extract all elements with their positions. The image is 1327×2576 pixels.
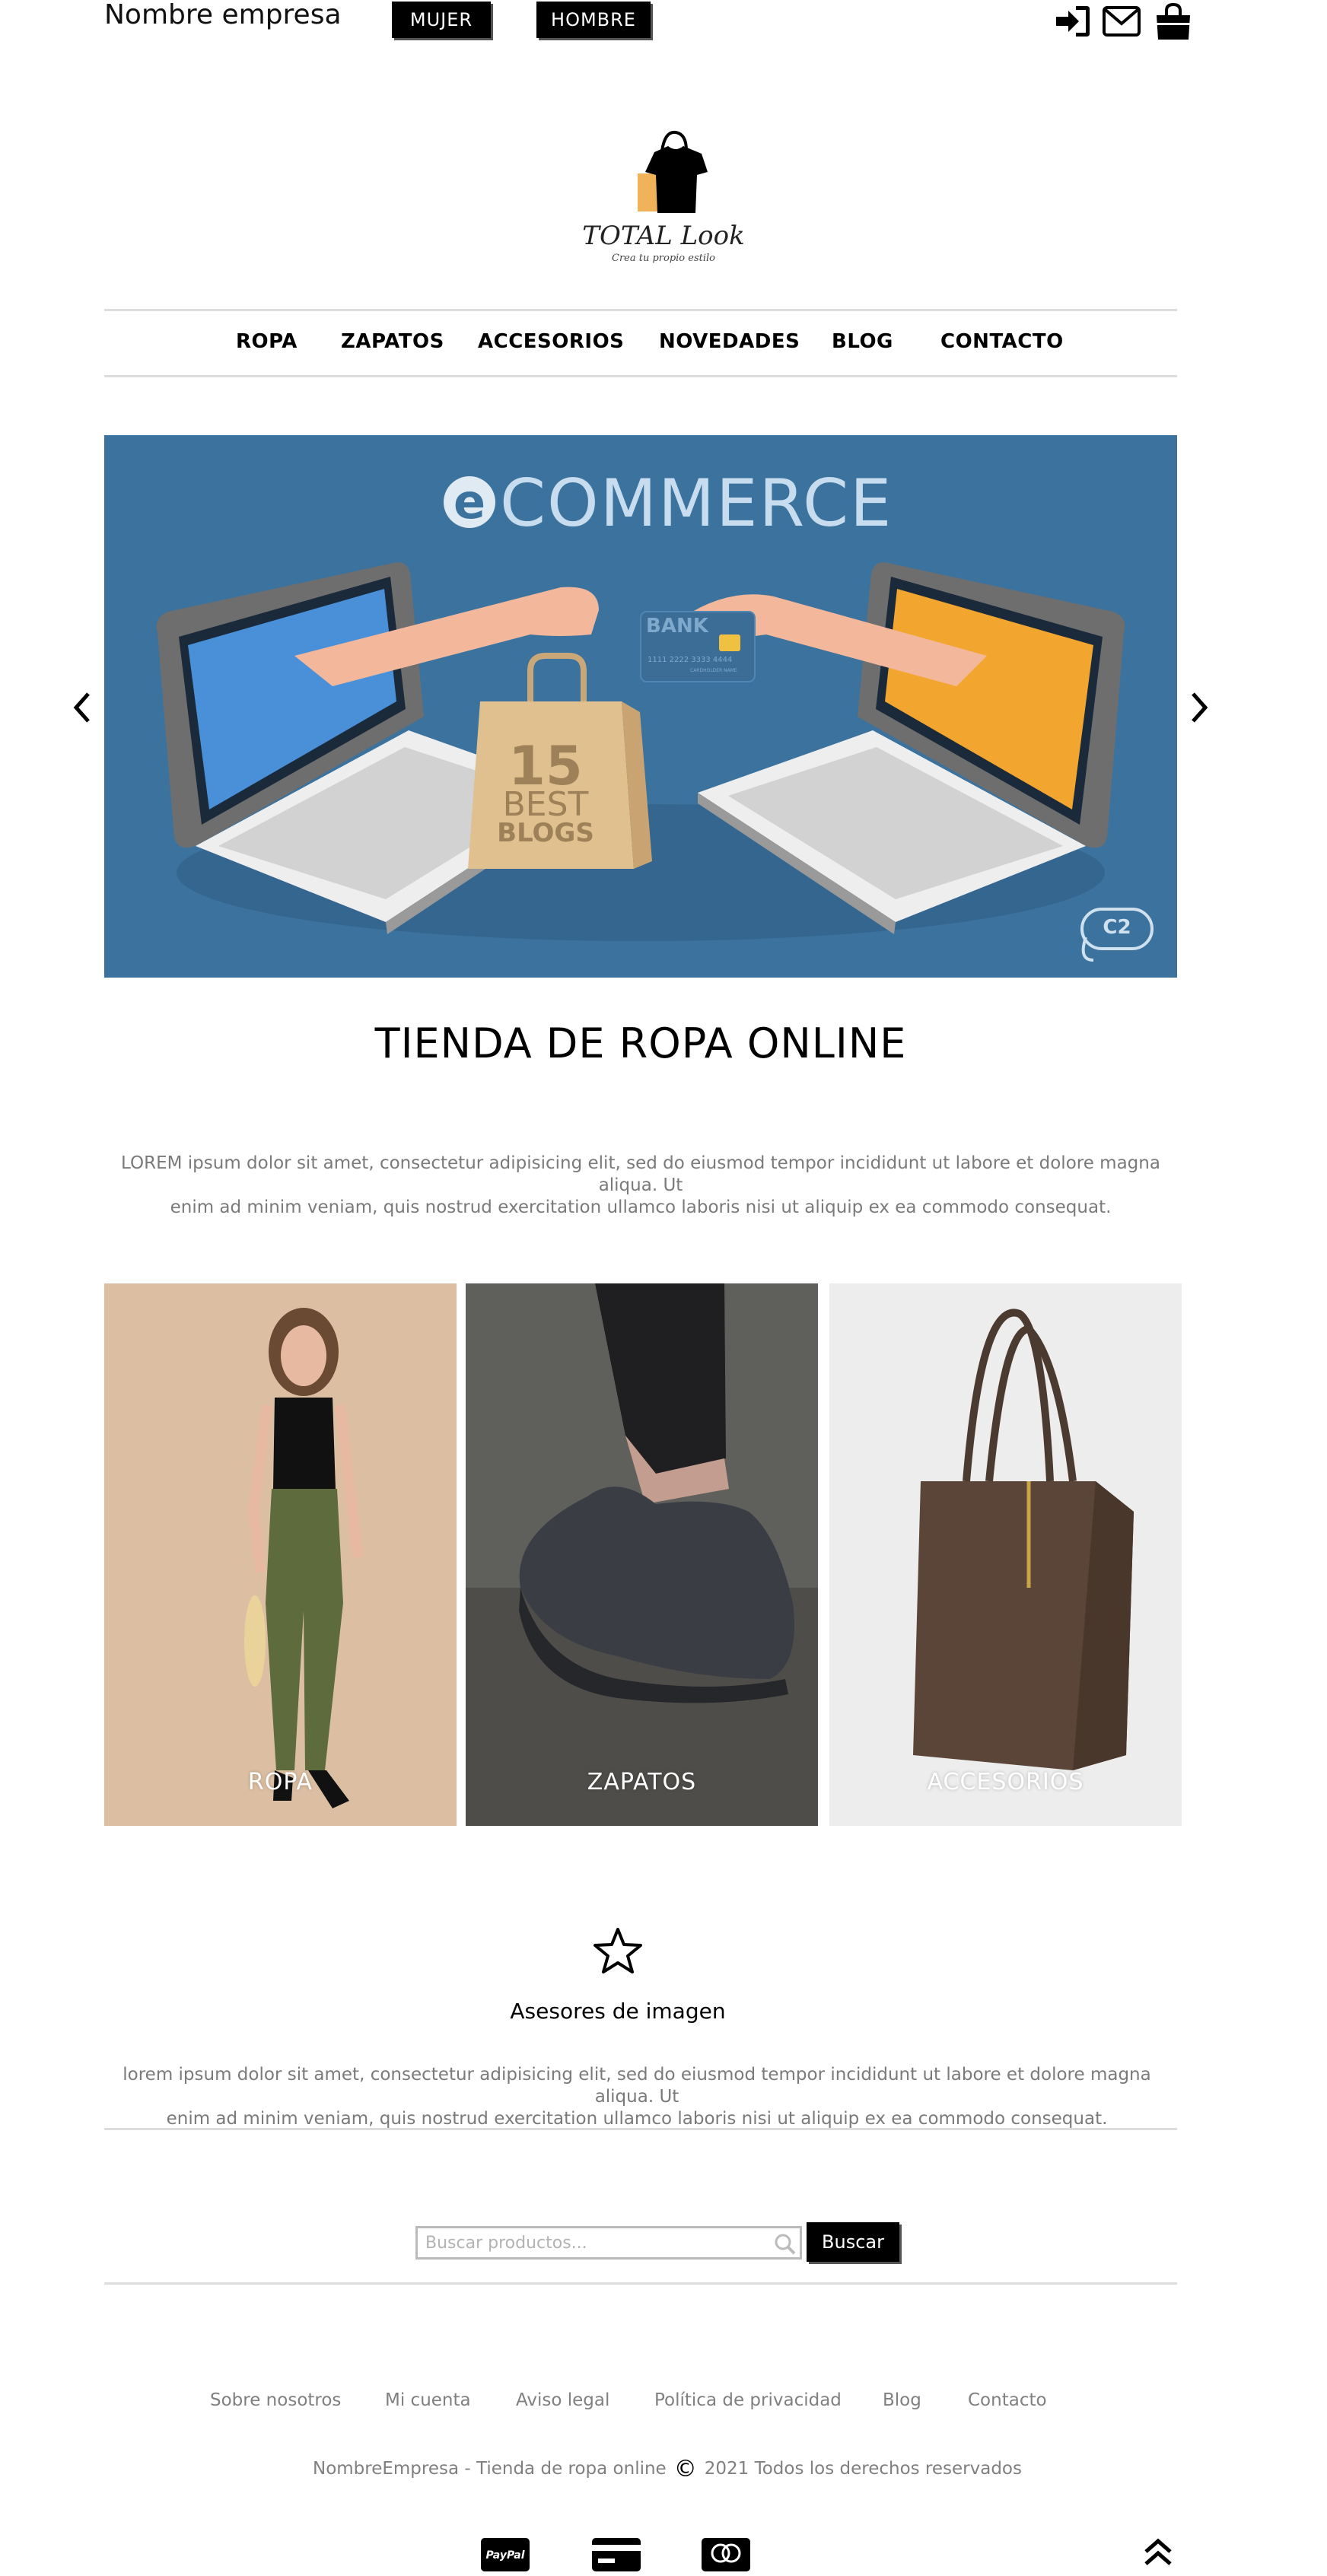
nav-item-ropa[interactable]: ROPA bbox=[236, 330, 298, 353]
paypal-label: PayPal bbox=[485, 2549, 524, 2562]
advisor-text-line-1: lorem ipsum dolor sit amet, consectetur … bbox=[123, 2065, 1151, 2107]
nav-item-zapatos[interactable]: ZAPATOS bbox=[341, 330, 444, 353]
credit-card-icon bbox=[592, 2538, 641, 2571]
banner-title: COMMERCE bbox=[500, 466, 893, 542]
copyright: NombreEmpresa - Tienda de ropa online © 20… bbox=[104, 2456, 1230, 2482]
logo-title: TOTAL Look bbox=[582, 221, 745, 251]
carousel-prev-icon[interactable] bbox=[67, 685, 97, 730]
footer-link-aviso-legal[interactable]: Aviso legal bbox=[516, 2390, 609, 2410]
footer-link-politica-privacidad[interactable]: Política de privacidad bbox=[654, 2390, 842, 2410]
card-holder: CARDHOLDER NAME bbox=[690, 668, 737, 673]
hero-banner[interactable]: e COMMERCE BANK 1111 2222 3333 4444 CARD… bbox=[104, 435, 1177, 978]
page-heading: TIENDA DE ROPA ONLINE bbox=[374, 1019, 907, 1067]
nav-item-novedades[interactable]: NOVEDADES bbox=[659, 330, 800, 353]
envelope-icon[interactable] bbox=[1102, 2, 1141, 41]
hombre-button[interactable]: HOMBRE bbox=[536, 2, 651, 38]
category-tile-ropa[interactable]: ROPA bbox=[104, 1283, 457, 1826]
nav-bottom-divider bbox=[104, 375, 1177, 377]
advisor-text-line-2: enim ad minim veniam, quis nostrud exerc… bbox=[166, 2109, 1108, 2129]
mujer-button[interactable]: MUJER bbox=[392, 2, 491, 38]
search-icon[interactable] bbox=[772, 2231, 797, 2256]
nav-item-blog[interactable]: BLOG bbox=[832, 330, 893, 353]
search-field[interactable] bbox=[415, 2226, 802, 2260]
category-tile-accesorios[interactable]: ACCESORIOS bbox=[829, 1283, 1182, 1826]
bag-text-best: BEST bbox=[502, 785, 589, 824]
t-shirt-bag-icon bbox=[638, 130, 708, 213]
nav-top-divider bbox=[104, 309, 1177, 311]
ropa-photo bbox=[104, 1283, 457, 1826]
zapatos-photo bbox=[466, 1283, 818, 1826]
search-input[interactable] bbox=[418, 2228, 768, 2257]
hero-text-line-2: enim ad minim veniam, quis nostrud exerc… bbox=[170, 1197, 1112, 1217]
advisor-divider bbox=[104, 2128, 1177, 2130]
paypal-icon: PayPal bbox=[481, 2538, 530, 2571]
bag-text-blogs: BLOGS bbox=[497, 818, 594, 848]
copyright-icon: © bbox=[673, 2456, 697, 2482]
category-label-accesorios: ACCESORIOS bbox=[927, 1769, 1084, 1795]
card-number: 1111 2222 3333 4444 bbox=[648, 656, 733, 664]
hero-description: LOREM ipsum dolor sit amet, consectetur … bbox=[104, 1153, 1177, 1219]
category-label-ropa: ROPA bbox=[247, 1769, 313, 1795]
advisor-description: lorem ipsum dolor sit amet, consectetur … bbox=[104, 2064, 1169, 2130]
accesorios-photo bbox=[829, 1283, 1182, 1826]
search-divider bbox=[104, 2282, 1177, 2285]
logo-subtitle: Crea tu propio estilo bbox=[612, 253, 715, 264]
category-label-zapatos: ZAPATOS bbox=[587, 1769, 697, 1795]
banner-e-letter: e bbox=[453, 474, 486, 530]
nav-item-contacto[interactable]: CONTACTO bbox=[940, 330, 1064, 353]
card-bank-text: BANK bbox=[646, 615, 708, 638]
footer-link-sobre-nosotros[interactable]: Sobre nosotros bbox=[210, 2390, 341, 2410]
footer-link-contacto[interactable]: Contacto bbox=[968, 2390, 1047, 2410]
footer-link-blog[interactable]: Blog bbox=[883, 2390, 921, 2410]
carousel-next-icon[interactable] bbox=[1184, 685, 1214, 730]
banner-badge: C2 bbox=[1103, 916, 1131, 939]
brand-name[interactable]: Nombre empresa bbox=[104, 0, 342, 30]
copyright-year: 2021 Todos los derechos reservados bbox=[704, 2459, 1022, 2479]
shopping-bag-icon[interactable] bbox=[1154, 2, 1193, 41]
search-button[interactable]: Buscar bbox=[807, 2222, 899, 2262]
footer-link-mi-cuenta[interactable]: Mi cuenta bbox=[385, 2390, 471, 2410]
star-icon bbox=[593, 1928, 642, 1973]
nav-item-accesorios[interactable]: ACCESORIOS bbox=[478, 330, 624, 353]
double-chevron-up-icon[interactable] bbox=[1140, 2533, 1176, 2570]
copyright-company: NombreEmpresa - Tienda de ropa online bbox=[312, 2459, 667, 2479]
sign-in-icon[interactable] bbox=[1053, 2, 1093, 41]
mastercard-icon bbox=[702, 2538, 750, 2571]
hero-text-line-1: LOREM ipsum dolor sit amet, consectetur … bbox=[121, 1153, 1160, 1195]
advisor-heading: Asesores de imagen bbox=[510, 1999, 726, 2024]
category-tile-zapatos[interactable]: ZAPATOS bbox=[466, 1283, 818, 1826]
